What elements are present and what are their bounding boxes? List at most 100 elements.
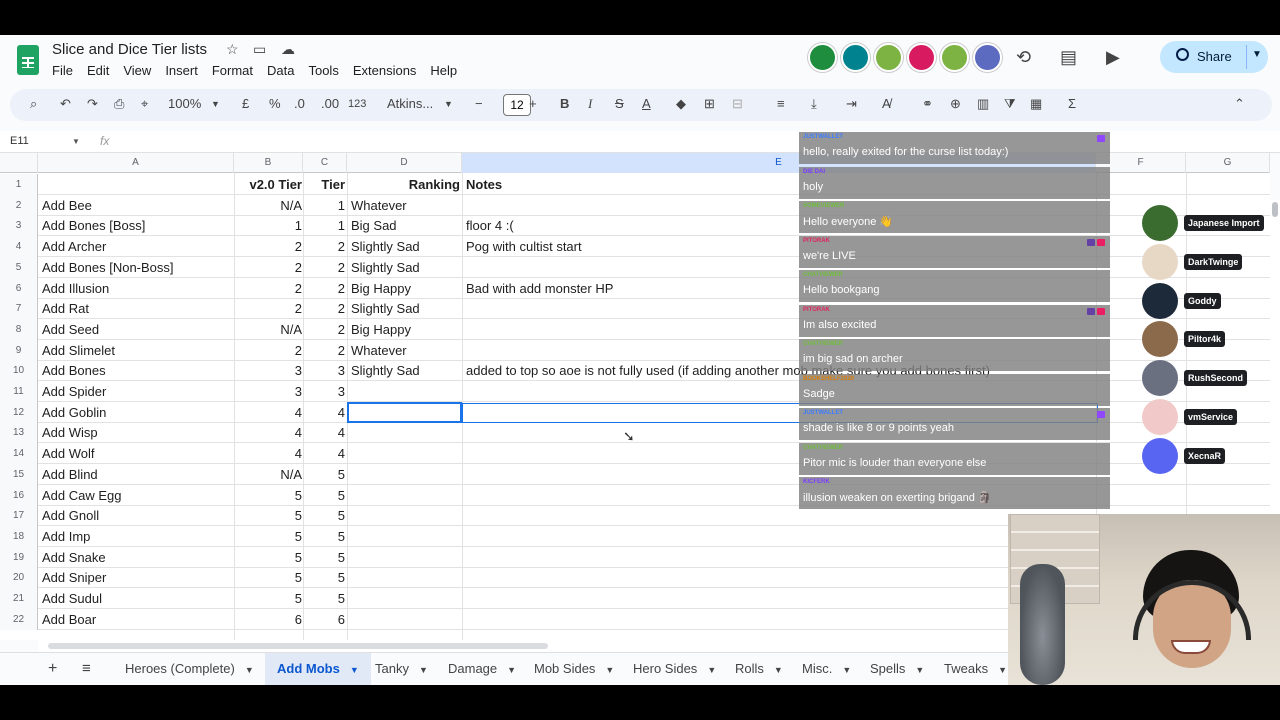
cell[interactable]: Add Illusion [42,278,109,299]
text-wrapping-icon[interactable]: ⇥ [846,96,857,112]
functions-icon[interactable]: Σ [1068,96,1076,111]
cell[interactable]: v2.0 Tier [234,174,302,195]
cell[interactable]: Whatever [351,195,407,216]
print-icon[interactable]: ⎙ [114,96,124,112]
merge-cells-icon[interactable]: ⊟ [732,96,743,112]
cell[interactable]: 5 [303,464,345,485]
cell[interactable]: Add Bones [42,360,106,381]
cell[interactable]: Pog with cultist start [466,236,582,257]
row-number[interactable]: 14 [0,443,38,465]
sheet-tab[interactable]: Spells ▼ [858,653,936,685]
cell[interactable]: Slightly Sad [351,257,420,278]
text-rotation-icon[interactable]: A̸ [882,96,891,111]
cell[interactable]: 5 [303,485,345,506]
menu-tools[interactable]: Tools [308,63,345,78]
cell[interactable]: Add Seed [42,319,99,340]
insert-comment-icon[interactable]: ⊕ [950,96,961,112]
cell[interactable]: Tier [303,174,345,195]
cell[interactable]: 2 [234,257,302,278]
cell[interactable]: 2 [303,236,345,257]
vertical-align-icon[interactable]: ⤓ [811,96,817,112]
sheet-tab[interactable]: Damage ▼ [436,653,528,685]
chevron-down-icon[interactable]: ▼ [915,665,924,675]
cell[interactable]: 4 [234,443,302,464]
bold-button[interactable]: B [560,96,569,111]
cell[interactable]: 3 [234,381,302,402]
cell[interactable]: 4 [234,402,302,423]
row-number[interactable]: 5 [0,256,38,278]
percent-format-button[interactable]: % [269,96,281,111]
sheet-tab[interactable]: Rolls ▼ [723,653,795,685]
cell[interactable]: Add Archer [42,236,106,257]
scroll-thumb[interactable] [1272,202,1278,217]
cell[interactable]: 6 [303,609,345,630]
column-header-d[interactable]: D [347,153,462,173]
search-menus-icon[interactable]: ⌕ [30,96,37,112]
chevron-down-icon[interactable]: ▼ [1252,49,1262,60]
cell[interactable]: Notes [466,174,502,195]
column-header-g[interactable]: G [1186,153,1270,173]
cell[interactable]: 4 [303,443,345,464]
zoom-select[interactable]: 100% [168,96,201,111]
add-sheet-icon[interactable]: + [36,653,69,685]
collaborator-avatar[interactable] [907,43,936,72]
cell[interactable]: 2 [234,298,302,319]
increase-font-size-button[interactable]: + [529,96,537,111]
collaborator-avatar[interactable] [841,43,870,72]
cell[interactable]: 5 [303,526,345,547]
row-number[interactable]: 19 [0,546,38,568]
row-number[interactable]: 20 [0,567,38,589]
sheets-logo-icon[interactable] [17,45,39,75]
cell[interactable]: Add Sudul [42,588,102,609]
cell[interactable]: 2 [303,298,345,319]
decrease-decimal-button[interactable]: .0 [294,96,305,111]
cell[interactable]: 5 [303,547,345,568]
filter-icon[interactable]: ⧩ [1004,96,1016,112]
row-number[interactable]: 15 [0,463,38,485]
increase-decimal-button[interactable]: .00 [321,96,339,111]
meet-icon[interactable]: ▶ [1106,47,1120,68]
comments-icon[interactable]: ▤ [1060,47,1077,68]
row-number[interactable]: 17 [0,505,38,527]
cell[interactable]: Add Wisp [42,422,98,443]
cell[interactable]: Add Bones [Boss] [42,215,145,236]
cell[interactable]: 5 [303,505,345,526]
filter-views-icon[interactable]: ▦ [1030,96,1042,112]
cell[interactable]: 3 [303,360,345,381]
italic-button[interactable]: I [588,96,592,112]
cell[interactable]: Bad with add monster HP [466,278,613,299]
cell[interactable]: Add Imp [42,526,90,547]
cell[interactable]: 6 [234,609,302,630]
cell[interactable]: Add Slimelet [42,340,115,361]
share-button[interactable]: Share ▼ [1160,41,1268,73]
menu-insert[interactable]: Insert [165,63,205,78]
insert-chart-icon[interactable]: ▥ [977,96,989,112]
font-family-select[interactable]: Atkins... [387,96,433,111]
cell[interactable]: Big Sad [351,215,397,236]
cell[interactable]: Add Caw Egg [42,485,122,506]
menu-file[interactable]: File [52,63,80,78]
cell[interactable]: 2 [303,319,345,340]
cell[interactable]: Ranking [347,174,460,195]
menu-data[interactable]: Data [267,63,301,78]
chevron-down-icon[interactable]: ▼ [842,665,851,675]
row-number[interactable]: 22 [0,608,38,630]
menu-view[interactable]: View [123,63,158,78]
cell[interactable]: N/A [234,464,302,485]
cell[interactable]: Add Bones [Non-Boss] [42,257,174,278]
row-number[interactable]: 7 [0,298,38,320]
row-number[interactable]: 2 [0,194,38,216]
cell[interactable]: Add Goblin [42,402,106,423]
sheet-tab[interactable]: Heroes (Complete) ▼ [113,653,266,685]
row-number[interactable]: 10 [0,360,38,382]
chevron-down-icon[interactable]: ▼ [211,99,220,109]
cell[interactable]: Add Gnoll [42,505,99,526]
sheet-tab[interactable]: Hero Sides ▼ [621,653,728,685]
row-number[interactable]: 4 [0,236,38,258]
cell[interactable]: Add Sniper [42,567,106,588]
scroll-thumb[interactable] [48,643,548,649]
cell[interactable]: 4 [303,402,345,423]
cell[interactable]: 5 [234,485,302,506]
cell[interactable]: Big Happy [351,319,411,340]
cell[interactable]: 2 [303,340,345,361]
